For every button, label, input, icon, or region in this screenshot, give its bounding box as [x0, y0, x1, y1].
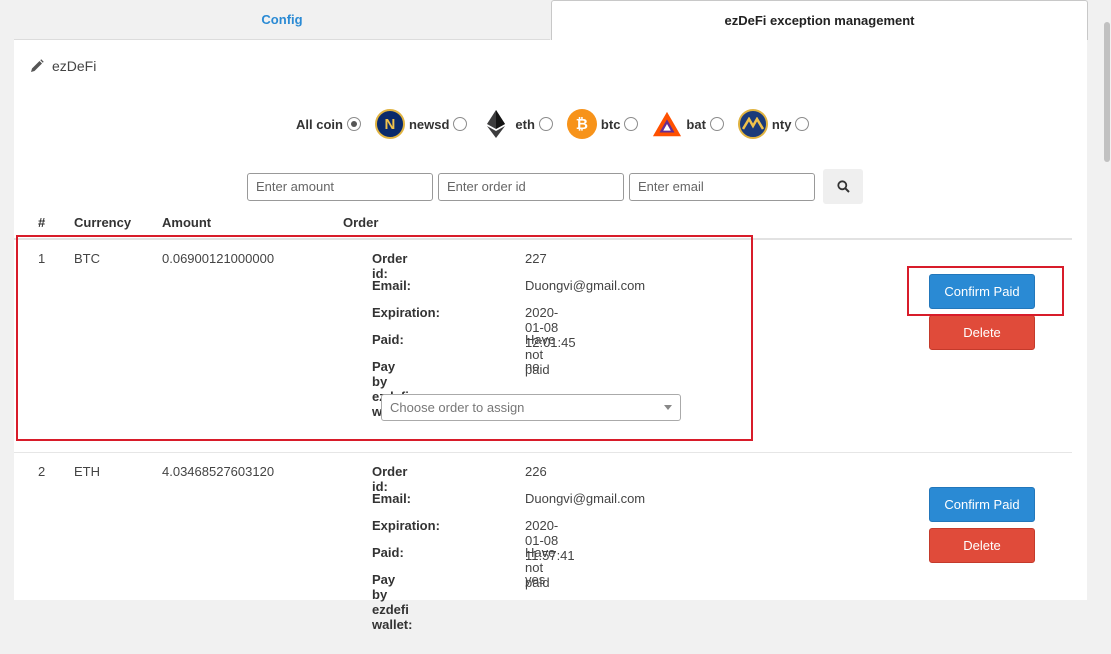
tab-config[interactable]: Config — [14, 0, 550, 40]
bitcoin-icon: ₿ — [566, 109, 597, 139]
ethereum-icon — [481, 109, 511, 139]
confirm-paid-button[interactable]: Confirm Paid — [929, 487, 1035, 522]
section-title: ezDeFi — [52, 58, 97, 74]
search-bar — [247, 169, 863, 204]
search-button[interactable] — [823, 169, 863, 204]
filter-btc-radio[interactable] — [624, 117, 639, 131]
tab-exception-management[interactable]: ezDeFi exception management — [551, 0, 1088, 40]
scrollbar[interactable] — [1103, 0, 1111, 583]
section-heading: ezDeFi — [30, 58, 96, 74]
filter-nty-radio[interactable] — [795, 117, 810, 131]
row-currency: ETH — [74, 464, 100, 479]
header-order: Order — [343, 215, 379, 230]
filter-nty-label: nty — [771, 116, 792, 132]
filter-newsd-label: newsd — [408, 116, 450, 132]
order-id-label: Order id: — [372, 464, 408, 494]
filter-all-coin[interactable]: All coin — [296, 117, 361, 132]
order-id-value: 226 — [525, 464, 547, 479]
nty-coin-icon — [737, 109, 768, 139]
filter-bat-label: bat — [686, 116, 706, 132]
filter-newsd[interactable]: N newsd — [374, 109, 468, 139]
filter-all-label: All coin — [296, 116, 343, 132]
row-number: 2 — [38, 464, 46, 479]
expiration-label: Expiration: — [372, 518, 440, 533]
email-value: Duongvi@gmail.com — [525, 491, 646, 506]
filter-bat[interactable]: bat — [652, 109, 724, 139]
filter-nty[interactable]: nty — [737, 109, 810, 139]
pencil-icon — [31, 59, 44, 72]
filter-newsd-radio[interactable] — [453, 117, 468, 131]
row-amount: 4.03468527603120 — [162, 464, 275, 479]
highlight-order-box — [16, 235, 753, 441]
search-icon — [836, 180, 850, 193]
filter-eth[interactable]: eth — [481, 109, 553, 139]
order-id-input[interactable] — [438, 172, 624, 201]
header-currency: Currency — [74, 215, 132, 230]
filter-eth-radio[interactable] — [538, 117, 553, 131]
email-input[interactable] — [629, 172, 815, 201]
wallet-label: Pay by ezdefi wallet: — [372, 572, 413, 632]
delete-button[interactable]: Delete — [929, 315, 1035, 350]
scrollbar-thumb[interactable] — [1104, 22, 1110, 162]
amount-input[interactable] — [247, 172, 433, 201]
paid-label: Paid: — [372, 545, 404, 560]
header-number: # — [38, 215, 46, 230]
bat-token-icon — [652, 109, 682, 139]
filter-btc[interactable]: ₿ btc — [566, 109, 639, 139]
email-label: Email: — [372, 491, 412, 506]
delete-button[interactable]: Delete — [929, 528, 1035, 563]
coin-filter-group: All coin N newsd eth ₿ btc bat nty — [296, 108, 823, 140]
filter-all-radio[interactable] — [346, 117, 361, 131]
newsd-coin-icon: N — [374, 109, 405, 139]
highlight-confirm-box — [907, 266, 1064, 316]
header-amount: Amount — [162, 215, 212, 230]
filter-eth-label: eth — [515, 116, 535, 132]
table-row: 2 ETH 4.03468527603120 Order id: 226 Emai… — [14, 454, 1072, 654]
filter-btc-label: btc — [600, 116, 621, 132]
filter-bat-radio[interactable] — [709, 117, 724, 131]
wallet-value: yes — [525, 572, 546, 587]
